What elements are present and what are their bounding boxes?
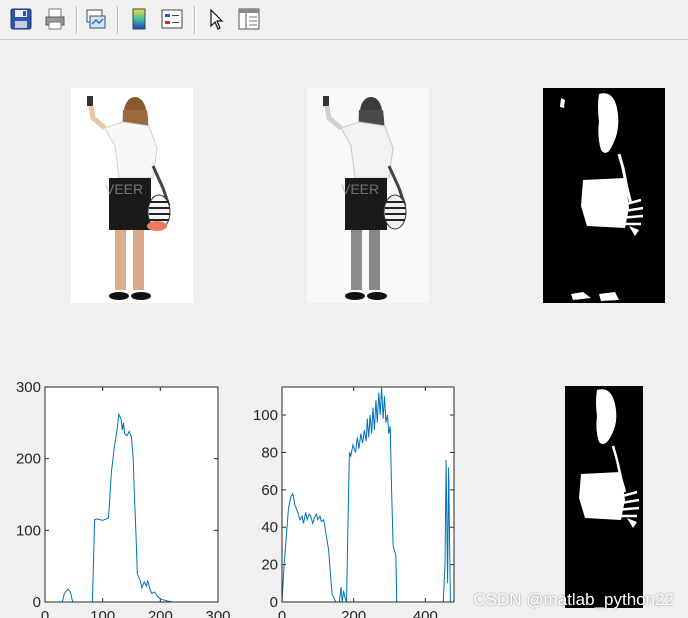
axes-background [282, 387, 454, 602]
y-tick-label: 80 [261, 444, 278, 461]
grayscale-image: VEER [307, 88, 429, 303]
y-tick-label: 40 [261, 519, 278, 536]
svg-text:VEER: VEER [105, 181, 143, 197]
link-plot-icon[interactable] [83, 6, 109, 32]
figure-canvas: VEER VEER 0 100 200 300 0 100 200 300 0 … [0, 40, 688, 618]
y-tick-label: 200 [16, 451, 41, 468]
x-tick-label: 400 [413, 608, 438, 618]
insert-colorbar-icon[interactable] [126, 6, 152, 32]
figure-toolbar [0, 0, 688, 40]
y-tick-label: 60 [261, 482, 278, 499]
axes-background [45, 387, 218, 602]
watermark-text: CSDN @matlab_python22 [473, 590, 674, 609]
y-tick-label: 300 [16, 380, 41, 396]
insert-legend-icon[interactable] [159, 6, 185, 32]
y-tick-label: 0 [33, 594, 41, 611]
cropped-mask-image [565, 386, 643, 608]
x-tick-label: 200 [148, 608, 173, 618]
save-icon[interactable] [8, 6, 34, 32]
y-tick-label: 100 [16, 522, 41, 539]
show-plot-tools-icon[interactable] [236, 6, 262, 32]
y-tick-label: 20 [261, 557, 278, 574]
histogram-chart-1: 0 100 200 300 0 100 200 300 [16, 380, 231, 618]
x-tick-label: 300 [205, 608, 230, 618]
svg-text:VEER: VEER [341, 181, 379, 197]
edit-plot-pointer-icon[interactable] [203, 6, 229, 32]
y-tick-label: 100 [253, 407, 278, 424]
print-icon[interactable] [42, 6, 68, 32]
x-tick-label: 0 [278, 608, 286, 618]
x-tick-label: 0 [41, 608, 49, 618]
original-color-image: VEER [71, 88, 193, 303]
x-tick-label: 100 [90, 608, 115, 618]
x-tick-label: 200 [341, 608, 366, 618]
binary-mask-image [543, 88, 665, 303]
y-tick-label: 0 [270, 594, 278, 611]
histogram-chart-2: 0 20 40 60 80 100 0 200 400 [253, 386, 455, 618]
